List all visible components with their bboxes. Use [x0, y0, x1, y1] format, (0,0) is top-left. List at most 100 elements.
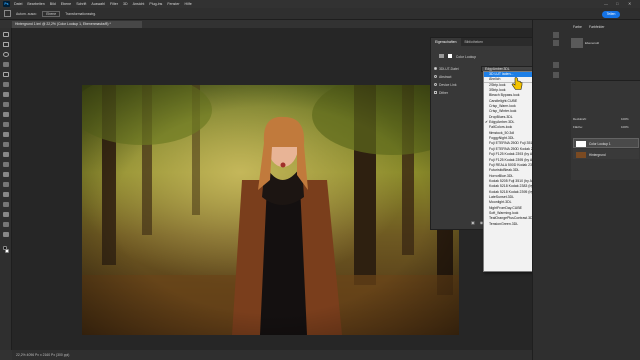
layer-background[interactable]: Hintergrund: [573, 149, 639, 159]
auto-select-dropdown[interactable]: Ebene: [42, 10, 61, 17]
crop-tool-icon[interactable]: [3, 72, 9, 77]
brush-tool-icon[interactable]: [3, 112, 9, 117]
panel-title: Color Lookup: [455, 55, 477, 59]
lut-option-label: EdgyAmber.3DL: [489, 120, 515, 125]
healing-brush-tool-icon[interactable]: [3, 102, 9, 107]
tab-swatches[interactable]: Farbfelder: [589, 25, 604, 29]
history-brush-tool-icon[interactable]: [3, 132, 9, 137]
swatch-thumbnail[interactable]: [571, 38, 583, 48]
layer-color-lookup[interactable]: Color Lookup 1: [573, 138, 639, 148]
layer-name: Color Lookup 1: [589, 141, 611, 146]
clip-to-layer-icon[interactable]: ▣: [471, 220, 480, 225]
menu-ebene[interactable]: Ebene: [61, 2, 71, 6]
layers-panel: Deckkraft: 100% Fläche: 100%: [571, 80, 640, 180]
eraser-tool-icon[interactable]: [3, 142, 9, 147]
menu-schrift[interactable]: Schrift: [76, 2, 86, 6]
menu-3d[interactable]: 3D: [123, 2, 128, 6]
dither-label: Dither: [439, 91, 449, 95]
lut-file-radio[interactable]: [434, 67, 437, 70]
libraries-panel-icon[interactable]: [553, 72, 559, 78]
move-tool-icon[interactable]: [4, 10, 11, 17]
transform-controls-checkbox[interactable]: Transformationsstrg.: [65, 12, 96, 16]
device-link-radio[interactable]: [434, 83, 437, 86]
background-color-swatch[interactable]: [5, 249, 9, 253]
layer-name: Hintergrund: [589, 152, 606, 157]
lut-option-label: Ähnlich: [489, 77, 501, 82]
marquee-tool-icon[interactable]: [3, 42, 9, 47]
menu-ansicht[interactable]: Ansicht: [133, 2, 145, 6]
opacity-label: Deckkraft:: [573, 117, 587, 121]
abstract-label: Abstract: [439, 75, 452, 79]
tab-properties[interactable]: Eigenschaften: [431, 38, 461, 46]
device-link-option[interactable]: Device Link: [434, 83, 457, 87]
lut-option-label: 2Strip.look: [489, 82, 506, 87]
dither-checkbox[interactable]: [434, 91, 437, 94]
minimize-icon[interactable]: —: [604, 1, 608, 6]
tab-color[interactable]: Farbe: [573, 25, 582, 29]
clone-stamp-tool-icon[interactable]: [3, 122, 9, 127]
type-tool-icon[interactable]: [3, 192, 9, 197]
layer-thumbnail: [576, 152, 586, 158]
opacity-value[interactable]: 100%: [621, 117, 629, 121]
lut-option-label: FallColors.look: [489, 125, 513, 130]
menu-fenster[interactable]: Fenster: [167, 2, 179, 6]
adjustments-panel-icon[interactable]: [553, 62, 559, 68]
lut-option-label: LateSunset.3DL: [489, 194, 515, 199]
menu-auswahl[interactable]: Auswahl: [91, 2, 105, 6]
adjustment-layer-icon: [439, 54, 444, 58]
color-lookup-header: Color Lookup: [439, 54, 476, 59]
lut-option-label: Crisp_Warm.look: [489, 104, 516, 109]
document-image[interactable]: [82, 85, 459, 335]
mask-icon: [447, 54, 452, 58]
layer-style-label: Ebenenstil: [585, 41, 600, 45]
move-tool-icon[interactable]: [3, 32, 9, 37]
gradient-tool-icon[interactable]: [3, 152, 9, 157]
menu-bar: Ps Datei Bearbeiten Bild Ebene Schrift A…: [0, 0, 640, 8]
lut-option-label: NightFromDay.CUBE: [489, 205, 522, 210]
zoom-tool-icon[interactable]: [3, 232, 9, 237]
lut-option-label: 3D LUT laden...: [489, 72, 514, 76]
frame-tool-icon[interactable]: [3, 82, 9, 87]
photoshop-logo: Ps: [3, 1, 10, 7]
menu-bild[interactable]: Bild: [50, 2, 56, 6]
auto-select-checkbox[interactable]: Autom. ausw.:: [16, 12, 37, 16]
menu-datei[interactable]: Datei: [14, 2, 22, 6]
quick-select-tool-icon[interactable]: [3, 62, 9, 67]
abstract-option[interactable]: Abstract: [434, 75, 451, 79]
document-tab[interactable]: Hintergrund 1.tml @ 22,2% (Color Lookup …: [12, 21, 142, 28]
pen-tool-icon[interactable]: [3, 182, 9, 187]
swatches-panel-icon[interactable]: [553, 40, 559, 46]
color-panel-icon[interactable]: [553, 32, 559, 38]
hand-cursor-icon: [511, 77, 523, 90]
menu-bearbeiten[interactable]: Bearbeiten: [27, 2, 44, 6]
abstract-radio[interactable]: [434, 75, 437, 78]
right-panels: Farbe Farbfelder Ebenenstil Deckkraft: 1…: [532, 20, 640, 360]
share-button[interactable]: Teilen: [602, 10, 620, 18]
dither-option[interactable]: Dither: [434, 91, 448, 95]
tab-libraries[interactable]: Bibliotheken: [461, 38, 487, 46]
lut-option-label: 3Strip.look: [489, 88, 506, 93]
fill-value[interactable]: 100%: [621, 125, 629, 129]
lut-option-label: Soft_Warming.look: [489, 210, 519, 215]
lut-option-label: TealOrangePlusContrast.3DL: [489, 216, 535, 221]
close-icon[interactable]: ✕: [628, 1, 631, 6]
fill-label: Fläche:: [573, 125, 583, 129]
lut-option-label: DropBlues.3DL: [489, 114, 513, 119]
status-bar: 22,2% 4096 Px x 2160 Px (300 ppi): [12, 350, 532, 360]
shape-tool-icon[interactable]: [3, 212, 9, 217]
menu-filter[interactable]: Filter: [110, 2, 118, 6]
blur-tool-icon[interactable]: [3, 162, 9, 167]
menu-hilfe[interactable]: Hilfe: [185, 2, 192, 6]
eyedropper-tool-icon[interactable]: [3, 92, 9, 97]
layer-mask-thumbnail: [576, 141, 586, 147]
lut-file-option[interactable]: 3DLUT-Datei: [434, 67, 459, 71]
path-select-tool-icon[interactable]: [3, 202, 9, 207]
hand-tool-icon[interactable]: [3, 222, 9, 227]
dodge-tool-icon[interactable]: [3, 172, 9, 177]
lut-option-label: FoggyNight.3DL: [489, 136, 515, 141]
lut-option-label: FuturisticBleak.3DL: [489, 168, 520, 173]
menu-plugins[interactable]: Plug-ins: [149, 2, 162, 6]
lasso-tool-icon[interactable]: [3, 52, 9, 57]
maximize-icon[interactable]: □: [616, 1, 618, 6]
lut-option-label: Candlelight.CUBE: [489, 98, 518, 103]
